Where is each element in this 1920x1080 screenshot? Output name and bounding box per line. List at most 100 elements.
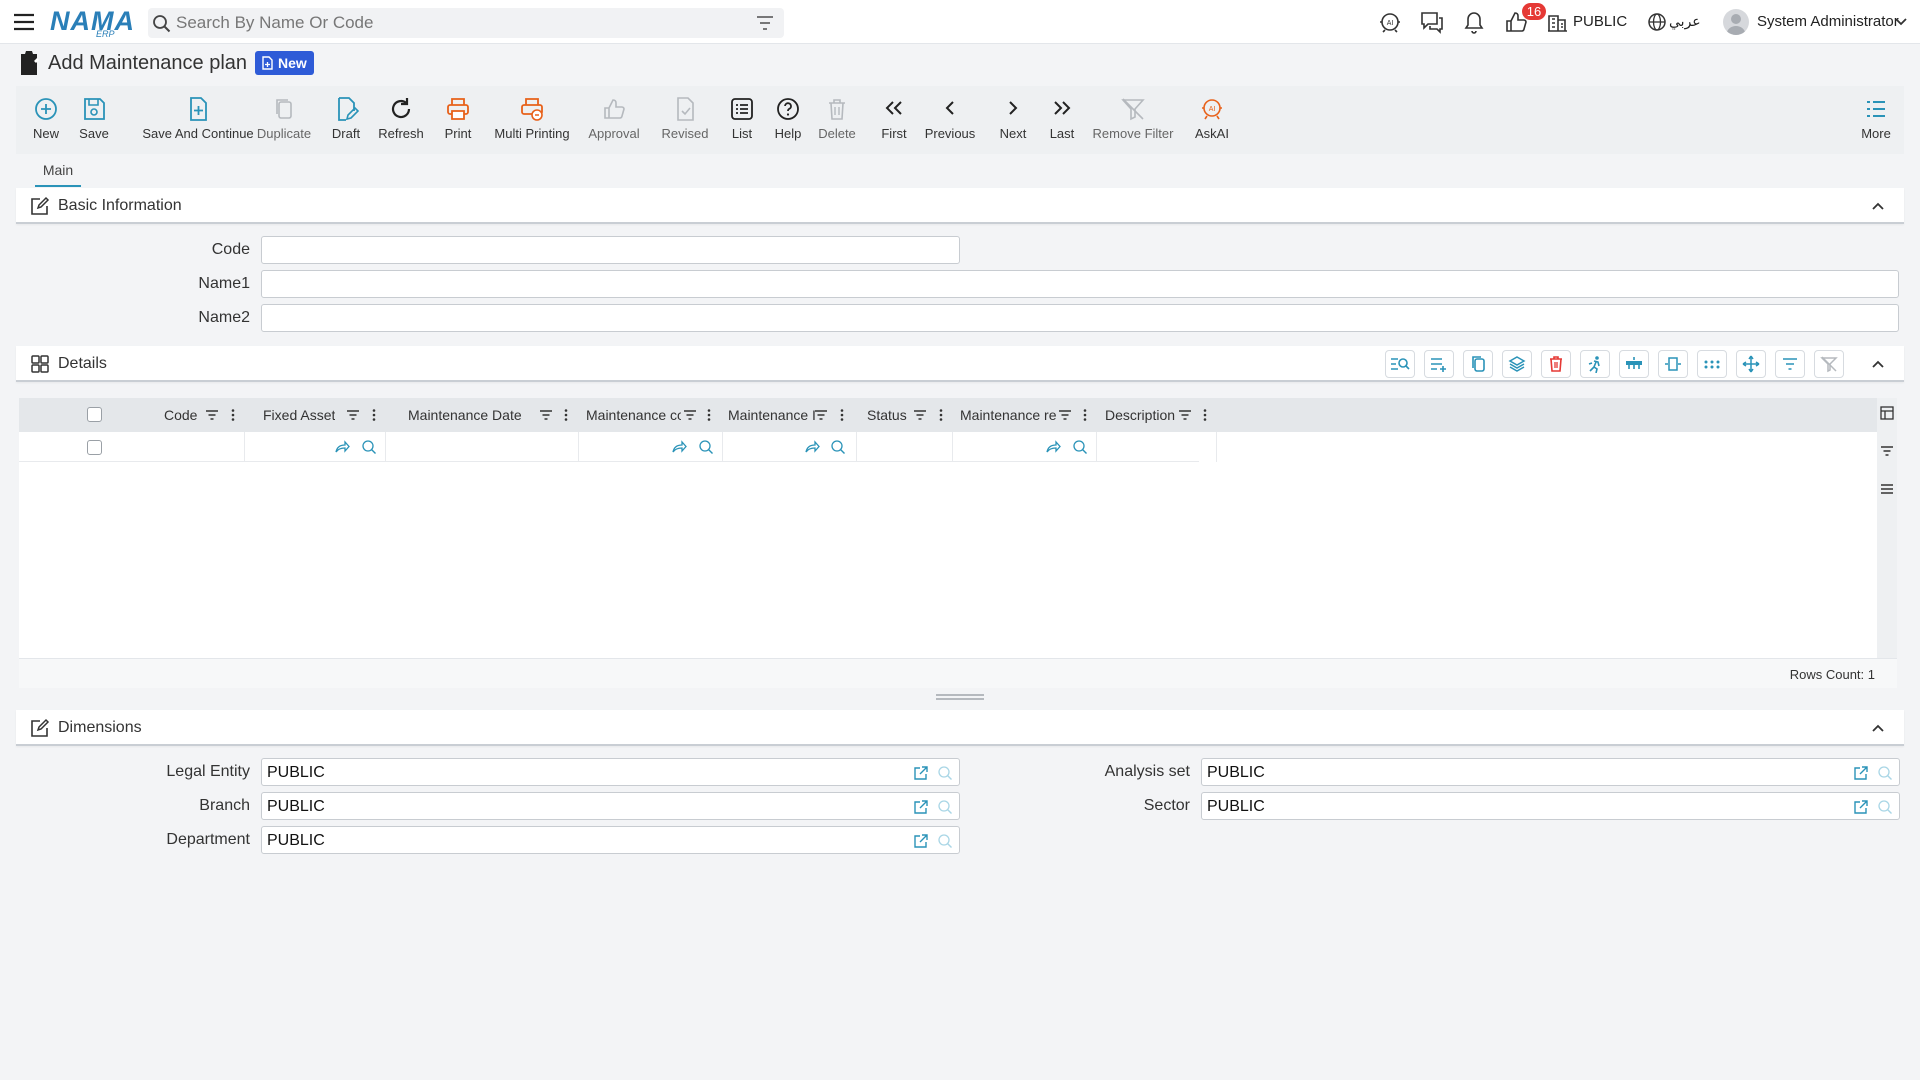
- select-all-checkbox[interactable]: [87, 407, 102, 422]
- chat-icon[interactable]: [1419, 10, 1445, 34]
- print-button[interactable]: Print: [440, 86, 476, 154]
- open-link-icon[interactable]: [1853, 765, 1869, 781]
- column-menu-icon[interactable]: [1202, 408, 1208, 422]
- cell-code[interactable]: [129, 432, 245, 462]
- help-button[interactable]: Help: [772, 86, 804, 154]
- columns-panel-icon[interactable]: [1880, 406, 1894, 420]
- refresh-button[interactable]: Refresh: [376, 86, 426, 154]
- tab-main[interactable]: Main: [35, 162, 81, 187]
- column-filter-icon[interactable]: [346, 408, 360, 422]
- revised-button[interactable]: Revised: [659, 86, 711, 154]
- filters-panel-icon[interactable]: [1880, 444, 1894, 458]
- company-selector[interactable]: PUBLIC: [1573, 13, 1627, 30]
- menu-icon[interactable]: [12, 11, 36, 33]
- lookup-search-icon[interactable]: [698, 439, 714, 455]
- delete-button[interactable]: Delete: [816, 86, 858, 154]
- cell-maintenance-re[interactable]: [953, 432, 1097, 462]
- insert-row-button[interactable]: [1619, 350, 1649, 378]
- search-input[interactable]: [176, 12, 736, 34]
- column-menu-icon[interactable]: [706, 408, 712, 422]
- column-filter-icon[interactable]: [814, 408, 828, 422]
- column-status[interactable]: Status: [857, 398, 953, 432]
- column-menu-icon[interactable]: [938, 408, 944, 422]
- save-continue-button[interactable]: Save And Continue: [130, 86, 266, 154]
- filter-icon[interactable]: [756, 15, 774, 31]
- share-icon[interactable]: [671, 439, 687, 455]
- name2-input[interactable]: [261, 304, 1899, 332]
- askai-button[interactable]: AI AskAI: [1192, 86, 1232, 154]
- lookup-search-icon[interactable]: [1877, 765, 1893, 781]
- copy-row-button[interactable]: [1463, 350, 1493, 378]
- list-button[interactable]: List: [726, 86, 758, 154]
- approval-button[interactable]: Approval: [586, 86, 642, 154]
- department-field[interactable]: PUBLIC: [261, 826, 960, 854]
- branch-field[interactable]: PUBLIC: [261, 792, 960, 820]
- resize-handle[interactable]: [936, 694, 984, 700]
- next-button[interactable]: Next: [997, 86, 1029, 154]
- analysis-set-field[interactable]: PUBLIC: [1201, 758, 1900, 786]
- duplicate-button[interactable]: Duplicate: [254, 86, 314, 154]
- share-icon[interactable]: [804, 439, 820, 455]
- logo[interactable]: NAMA ERP: [48, 4, 134, 40]
- dimensions-header[interactable]: Dimensions: [16, 710, 1904, 746]
- move-button[interactable]: [1736, 350, 1766, 378]
- column-fixed-asset[interactable]: Fixed Asset: [245, 398, 386, 432]
- lookup-search-icon[interactable]: [937, 765, 953, 781]
- building-icon[interactable]: [1546, 10, 1568, 34]
- search-icon[interactable]: [152, 14, 172, 34]
- more-button[interactable]: More: [1858, 86, 1894, 154]
- avatar[interactable]: [1723, 9, 1749, 35]
- open-link-icon[interactable]: [913, 799, 929, 815]
- save-button[interactable]: Save: [76, 86, 112, 154]
- column-filter-icon[interactable]: [205, 408, 219, 422]
- cell-fixed-asset[interactable]: [245, 432, 386, 462]
- basic-information-header[interactable]: Basic Information: [16, 188, 1904, 224]
- delete-row-button[interactable]: [1541, 350, 1571, 378]
- lookup-search-icon[interactable]: [830, 439, 846, 455]
- column-maintenance-i[interactable]: Maintenance I: [723, 398, 857, 432]
- column-maintenance-re[interactable]: Maintenance re: [953, 398, 1097, 432]
- previous-button[interactable]: Previous: [924, 86, 976, 154]
- lookup-search-icon[interactable]: [1877, 799, 1893, 815]
- open-link-icon[interactable]: [913, 833, 929, 849]
- column-filter-icon[interactable]: [539, 408, 553, 422]
- cell-maintenance-date[interactable]: [386, 432, 579, 462]
- column-filter-icon[interactable]: [1178, 408, 1192, 422]
- grid-filter-button[interactable]: [1775, 350, 1805, 378]
- lookup-search-icon[interactable]: [1072, 439, 1088, 455]
- name1-input[interactable]: [261, 270, 1899, 298]
- chevron-up-icon[interactable]: [1870, 720, 1886, 736]
- lookup-search-icon[interactable]: [937, 833, 953, 849]
- cell-maintenance-i[interactable]: [723, 432, 857, 462]
- globe-icon[interactable]: [1646, 10, 1668, 34]
- column-menu-icon[interactable]: [1082, 408, 1088, 422]
- chevron-up-icon[interactable]: [1870, 356, 1886, 372]
- table-row[interactable]: [19, 432, 1217, 462]
- lookup-search-icon[interactable]: [937, 799, 953, 815]
- column-filter-icon[interactable]: [913, 408, 927, 422]
- column-filter-icon[interactable]: [1058, 408, 1072, 422]
- chevron-down-icon[interactable]: [1893, 14, 1909, 30]
- multi-printing-button[interactable]: Multi Printing: [494, 86, 570, 154]
- menu-icon[interactable]: [1880, 482, 1894, 496]
- open-link-icon[interactable]: [913, 765, 929, 781]
- column-filter-icon[interactable]: [683, 408, 697, 422]
- cell-description[interactable]: [1097, 432, 1217, 462]
- lookup-search-icon[interactable]: [361, 439, 377, 455]
- remove-filter-button[interactable]: Remove Filter: [1093, 86, 1173, 154]
- cell-status[interactable]: [857, 432, 953, 462]
- column-menu-icon[interactable]: [563, 408, 569, 422]
- column-description[interactable]: Description: [1097, 398, 1217, 432]
- column-menu-icon[interactable]: [839, 408, 845, 422]
- column-maintenance-date[interactable]: Maintenance Date: [386, 398, 579, 432]
- bell-icon[interactable]: [1461, 10, 1487, 34]
- new-button[interactable]: New: [28, 86, 64, 154]
- share-icon[interactable]: [1045, 439, 1061, 455]
- share-icon[interactable]: [334, 439, 350, 455]
- run-button[interactable]: [1580, 350, 1610, 378]
- user-name[interactable]: System Administrator: [1757, 13, 1899, 30]
- column-maintenance-co[interactable]: Maintenance co: [579, 398, 723, 432]
- add-row-button[interactable]: [1424, 350, 1454, 378]
- ai-assistant-icon[interactable]: AI: [1377, 10, 1403, 34]
- legal-entity-field[interactable]: PUBLIC: [261, 758, 960, 786]
